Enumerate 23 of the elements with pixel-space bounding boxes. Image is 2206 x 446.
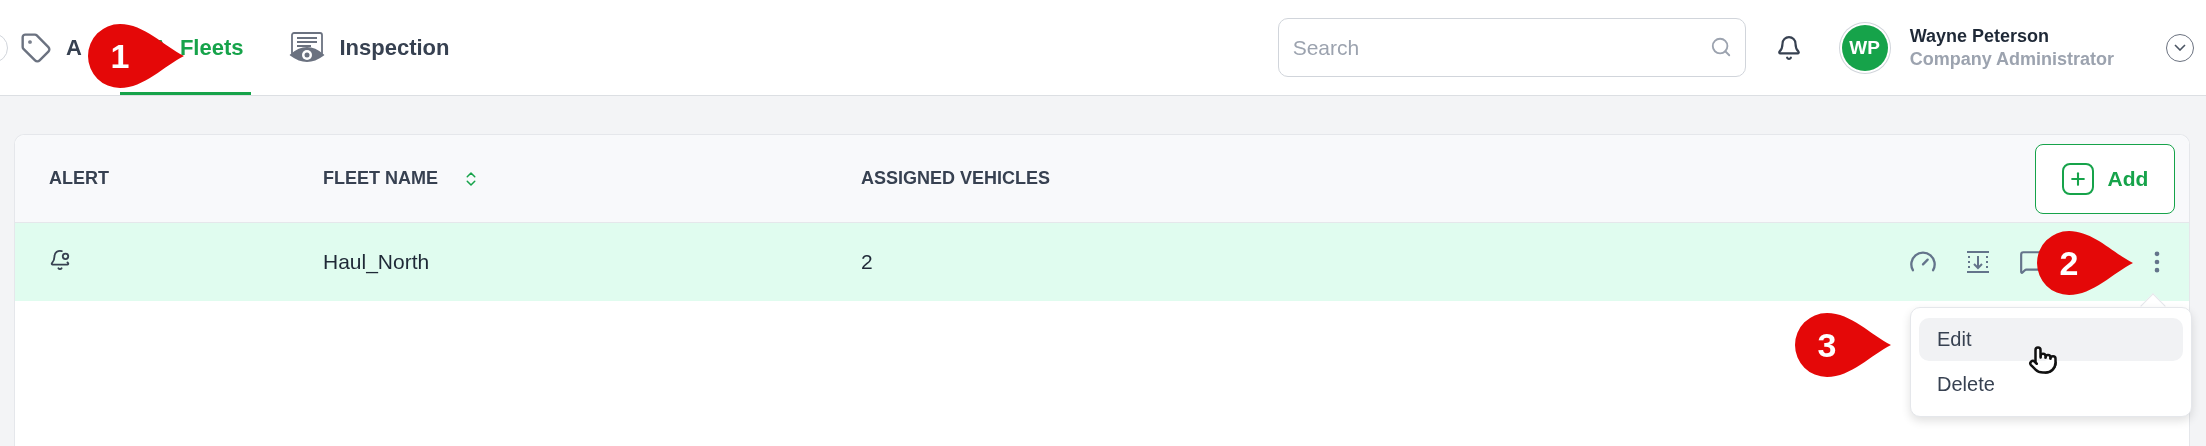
nav-tab[interactable]: Inspection — [281, 0, 458, 95]
eye-document-icon — [289, 30, 326, 65]
user-role: Company Administrator — [1909, 48, 2114, 70]
nav-tab[interactable]: A — [12, 0, 90, 95]
search-icon — [1709, 36, 1732, 58]
column-header: ASSIGNED VEHICLES — [861, 168, 1051, 189]
menu-item[interactable]: Delete — [1919, 363, 2183, 406]
tag-icon — [20, 31, 52, 64]
menu-item[interactable]: Edit — [1919, 318, 2183, 361]
column-header: FLEET NAME — [323, 168, 438, 189]
search-field[interactable]: Search — [1277, 18, 1746, 77]
table-cell-text: 2 — [861, 250, 874, 274]
chevron-down-icon — [2174, 44, 2186, 51]
account-menu-button[interactable] — [2166, 33, 2194, 62]
step-callout-tooltip: 2 — [2037, 231, 2133, 295]
notification-bell-icon[interactable] — [1775, 34, 1802, 61]
column-header: ALERT — [49, 168, 109, 189]
table-cell-text: Haul_North — [323, 250, 431, 274]
hand-cursor-icon — [2028, 345, 2058, 375]
user-name: Wayne Peterson — [1909, 25, 2051, 47]
step-callout-tooltip: 3 — [1795, 313, 1891, 377]
alert-bell-icon[interactable] — [49, 248, 71, 271]
download-icon[interactable] — [1965, 250, 1991, 274]
